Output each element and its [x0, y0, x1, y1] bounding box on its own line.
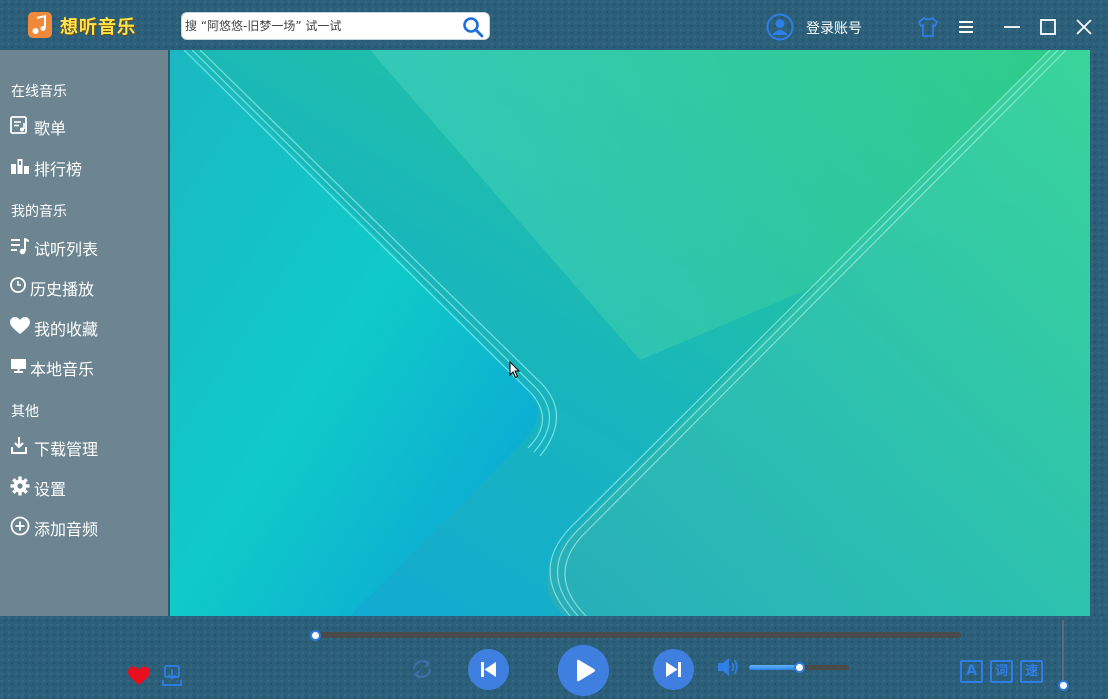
section-title-other: 其他	[11, 404, 39, 420]
vertical-slider-handle[interactable]	[1058, 680, 1069, 691]
section-title-online-music: 在线音乐	[11, 84, 67, 100]
sidebar-item-local-music[interactable]: 本地音乐	[0, 350, 168, 382]
playlist-icon	[10, 116, 27, 134]
sidebar-item-label: 我的收藏	[34, 320, 99, 339]
vertical-slider-track[interactable]	[1062, 620, 1064, 684]
add-circle-icon	[10, 516, 30, 536]
volume-level-fill	[749, 665, 799, 670]
gear-icon	[10, 476, 30, 496]
clock-icon	[10, 277, 26, 293]
sidebar-item-trial-list[interactable]: 试听列表	[0, 230, 168, 262]
app-logo-icon	[28, 12, 52, 38]
next-icon	[666, 662, 681, 677]
user-icon[interactable]	[766, 13, 794, 41]
speed-button[interactable]: 速	[1020, 660, 1043, 683]
previous-button[interactable]	[468, 649, 509, 690]
download-song-icon[interactable]	[161, 665, 183, 687]
minimize-icon[interactable]	[1001, 16, 1023, 38]
section-title-my-music: 我的音乐	[11, 204, 67, 220]
login-account-link[interactable]: 登录账号	[806, 18, 862, 38]
favorite-heart-icon[interactable]	[128, 666, 150, 686]
sidebar-item-settings[interactable]: 设置	[0, 470, 168, 502]
sidebar-item-playlists[interactable]: 歌单	[0, 109, 168, 141]
sidebar-item-downloads[interactable]: 下载管理	[0, 430, 168, 462]
download-icon	[11, 437, 27, 454]
sidebar-item-label: 下载管理	[34, 440, 99, 459]
sidebar-item-favorites[interactable]: 我的收藏	[0, 310, 168, 342]
previous-icon	[481, 662, 496, 677]
volume-handle[interactable]	[794, 662, 805, 673]
next-button[interactable]	[653, 649, 694, 690]
app-title: 想听音乐	[60, 17, 136, 38]
progress-bar[interactable]	[315, 632, 961, 638]
right-edge-strip	[1090, 50, 1108, 616]
player-bar: A 词 速	[0, 616, 1108, 699]
loop-icon[interactable]	[410, 657, 434, 681]
sidebar-item-label: 排行榜	[34, 160, 83, 179]
close-icon[interactable]	[1073, 16, 1095, 38]
ranking-icon	[11, 159, 29, 174]
main-content-area	[170, 50, 1090, 616]
play-icon	[577, 659, 595, 682]
heart-icon	[10, 317, 30, 334]
play-button[interactable]	[558, 645, 609, 696]
sidebar-item-label: 歌单	[34, 119, 67, 138]
mouse-cursor-icon	[509, 361, 521, 379]
sidebar-item-label: 设置	[34, 480, 67, 499]
sidebar-item-history[interactable]: 历史播放	[0, 270, 168, 302]
skin-shirt-icon[interactable]	[917, 16, 939, 38]
volume-icon[interactable]	[716, 656, 740, 678]
sidebar: 在线音乐 歌单 排行榜 我的音乐 试听列表 历史播放 我的收藏 本地音乐 其他 …	[0, 50, 168, 616]
sidebar-item-label: 本地音乐	[30, 360, 95, 379]
maximize-icon[interactable]	[1037, 16, 1059, 38]
progress-handle[interactable]	[310, 630, 321, 641]
background-artwork	[170, 50, 1090, 616]
lyric-font-button[interactable]: A	[960, 660, 983, 683]
sidebar-item-label: 试听列表	[34, 240, 99, 259]
sidebar-item-label: 历史播放	[30, 280, 95, 299]
sidebar-item-rankings[interactable]: 排行榜	[0, 150, 168, 182]
search-icon[interactable]	[462, 16, 484, 38]
menu-icon[interactable]	[955, 16, 977, 38]
search-box	[181, 12, 490, 40]
monitor-icon	[11, 359, 26, 373]
sidebar-item-add-audio[interactable]: 添加音频	[0, 510, 168, 542]
search-input[interactable]	[184, 13, 454, 39]
music-list-icon	[11, 238, 29, 255]
sidebar-item-label: 添加音频	[34, 520, 99, 539]
title-bar: 想听音乐 登录账号	[0, 0, 1108, 50]
lyric-button[interactable]: 词	[990, 660, 1013, 683]
